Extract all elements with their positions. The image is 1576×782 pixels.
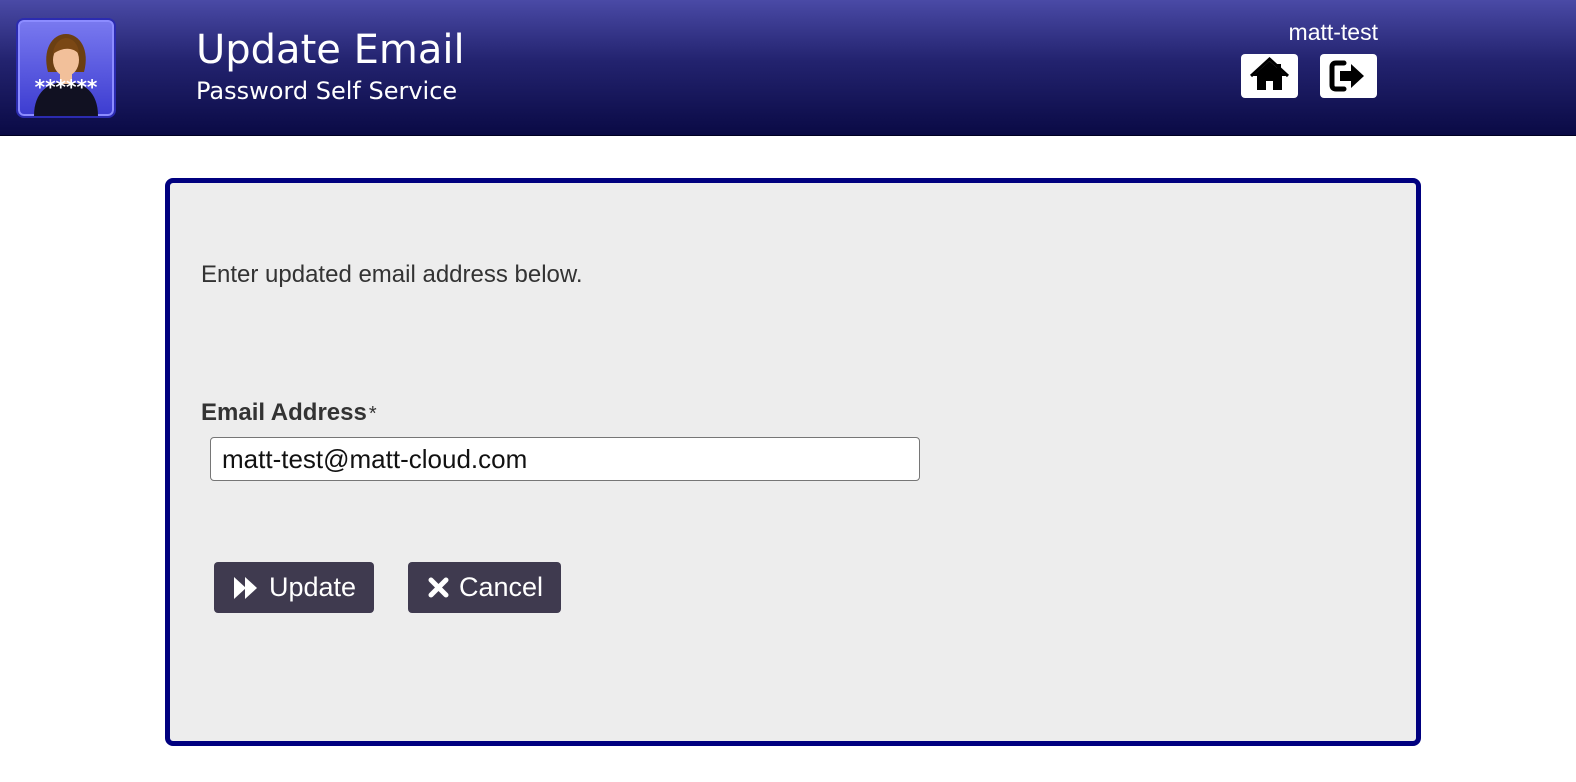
cancel-button-label: Cancel [459, 572, 544, 602]
app-logo: ****** [16, 18, 116, 118]
svg-text:******: ****** [35, 75, 98, 99]
email-label-text: Email Address [201, 399, 367, 426]
required-mark: * [368, 403, 377, 425]
logout-button[interactable] [1320, 54, 1377, 98]
password-user-icon: ****** [34, 34, 98, 116]
title-block: Update Email Password Self Service [196, 26, 465, 106]
email-field[interactable] [210, 437, 920, 481]
logout-icon [1329, 60, 1364, 92]
home-button[interactable] [1241, 54, 1298, 98]
home-icon [1249, 56, 1290, 90]
update-button-label: Update [269, 572, 357, 602]
fast-forward-icon [233, 576, 259, 600]
cancel-button[interactable]: Cancel [408, 562, 561, 613]
page-subtitle: Password Self Service [196, 77, 458, 105]
close-icon [428, 577, 449, 598]
update-email-panel: Enter updated email address below. Email… [165, 178, 1421, 746]
email-label: Email Address * [201, 399, 377, 427]
instructions-text: Enter updated email address below. [201, 261, 583, 288]
username-label: matt-test [1288, 19, 1378, 45]
update-button[interactable]: Update [214, 562, 374, 613]
page-title: Update Email [196, 27, 465, 73]
app-header: ****** Update Email Password Self Servic… [0, 0, 1576, 136]
